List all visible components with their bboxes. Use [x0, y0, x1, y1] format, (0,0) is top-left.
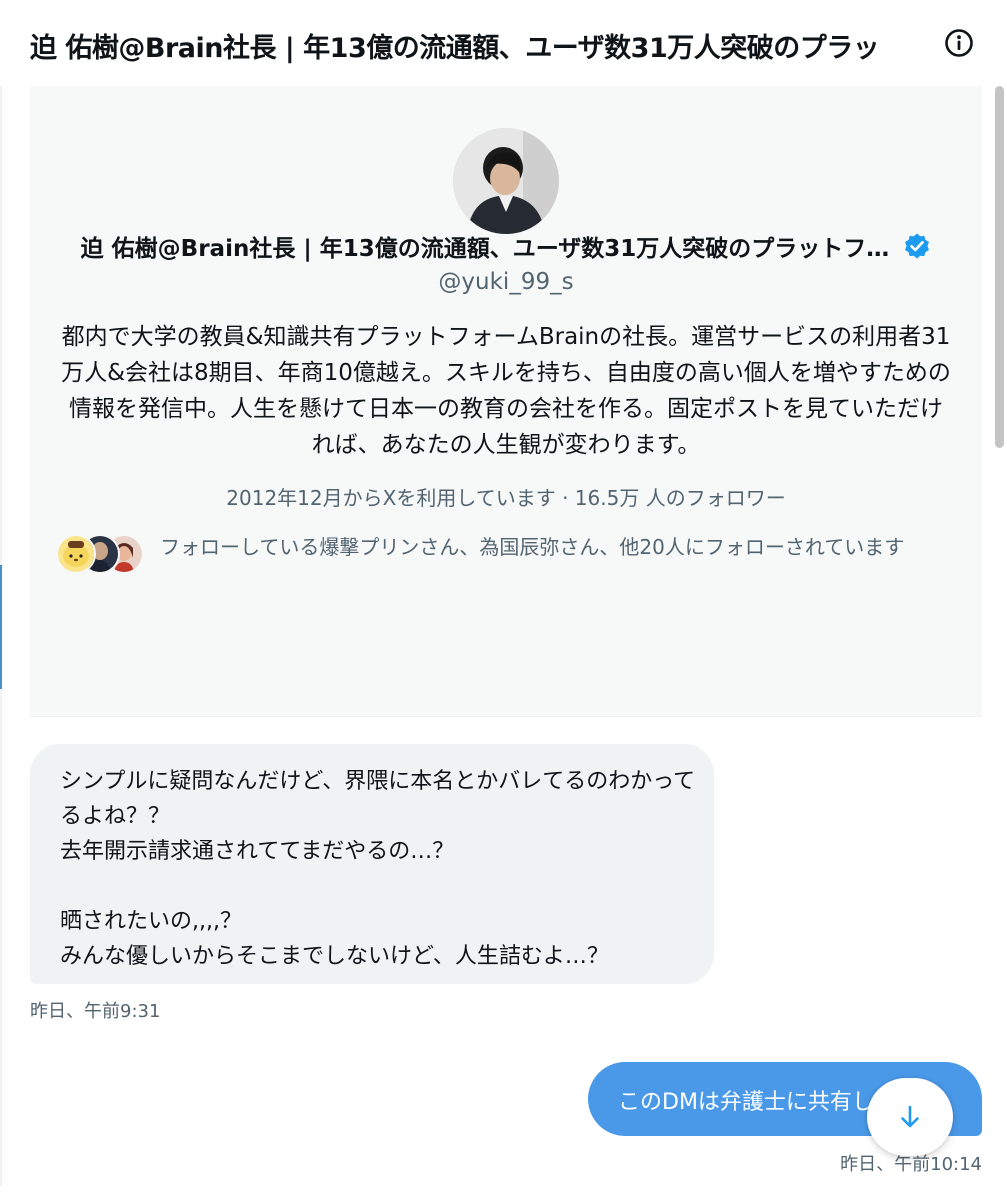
profile-handle[interactable]: @yuki_99_s — [30, 269, 982, 295]
conversation-header: 迫 佑樹@Brain社長 | 年13億の流通額、ユーザ数31万人突破のプラッ — [0, 0, 1007, 86]
followers-you-know-text[interactable]: フォローしている爆撃プリンさん、為国辰弥さん、他20人にフォローされています — [160, 534, 960, 560]
profile-card[interactable]: 迫 佑樹@Brain社長 | 年13億の流通額、ユーザ数31万人突破のプラットフ… — [30, 86, 982, 717]
arrow-down-icon — [901, 1105, 919, 1128]
profile-name[interactable]: 迫 佑樹@Brain社長 | 年13億の流通額、ユーザ数31万人突破のプラットフ… — [81, 229, 890, 263]
message-timestamp: 昨日、午前9:31 — [30, 1001, 161, 1022]
bottom-edge — [0, 1186, 1007, 1199]
profile-avatar[interactable] — [453, 128, 559, 234]
scroll-to-bottom-button[interactable] — [867, 1078, 953, 1156]
dm-conversation-view: 迫 佑樹@Brain社長 | 年13億の流通額、ユーザ数31万人突破のプラッ 迫… — [0, 0, 1007, 1199]
scrollbar-thumb[interactable] — [995, 86, 1004, 448]
follower-avatars — [56, 534, 144, 574]
verified-badge-icon — [903, 232, 931, 260]
profile-bio: 都内で大学の教員&知識共有プラットフォームBrainの社長。運営サービスの利用者… — [61, 324, 951, 458]
message-text: シンプルに疑問なんだけど、界隈に本名とかバレてるのわかってるよね？？ 去年開示請… — [60, 769, 696, 969]
follower-avatar — [56, 534, 96, 574]
info-icon[interactable] — [944, 28, 974, 58]
profile-meta: 2012年12月からXを利用しています · 16.5万 人のフォロワー — [226, 486, 786, 510]
followers-you-know[interactable]: フォローしている爆撃プリンさん、為国辰弥さん、他20人にフォローされています — [56, 534, 956, 594]
left-selection-accent — [0, 565, 2, 689]
conversation-title[interactable]: 迫 佑樹@Brain社長 | 年13億の流通額、ユーザ数31万人突破のプラッ — [30, 26, 900, 65]
profile-name-row: 迫 佑樹@Brain社長 | 年13億の流通額、ユーザ数31万人突破のプラットフ… — [30, 229, 982, 263]
message-bubble-received[interactable]: シンプルに疑問なんだけど、界隈に本名とかバレてるのわかってるよね？？ 去年開示請… — [30, 744, 714, 984]
